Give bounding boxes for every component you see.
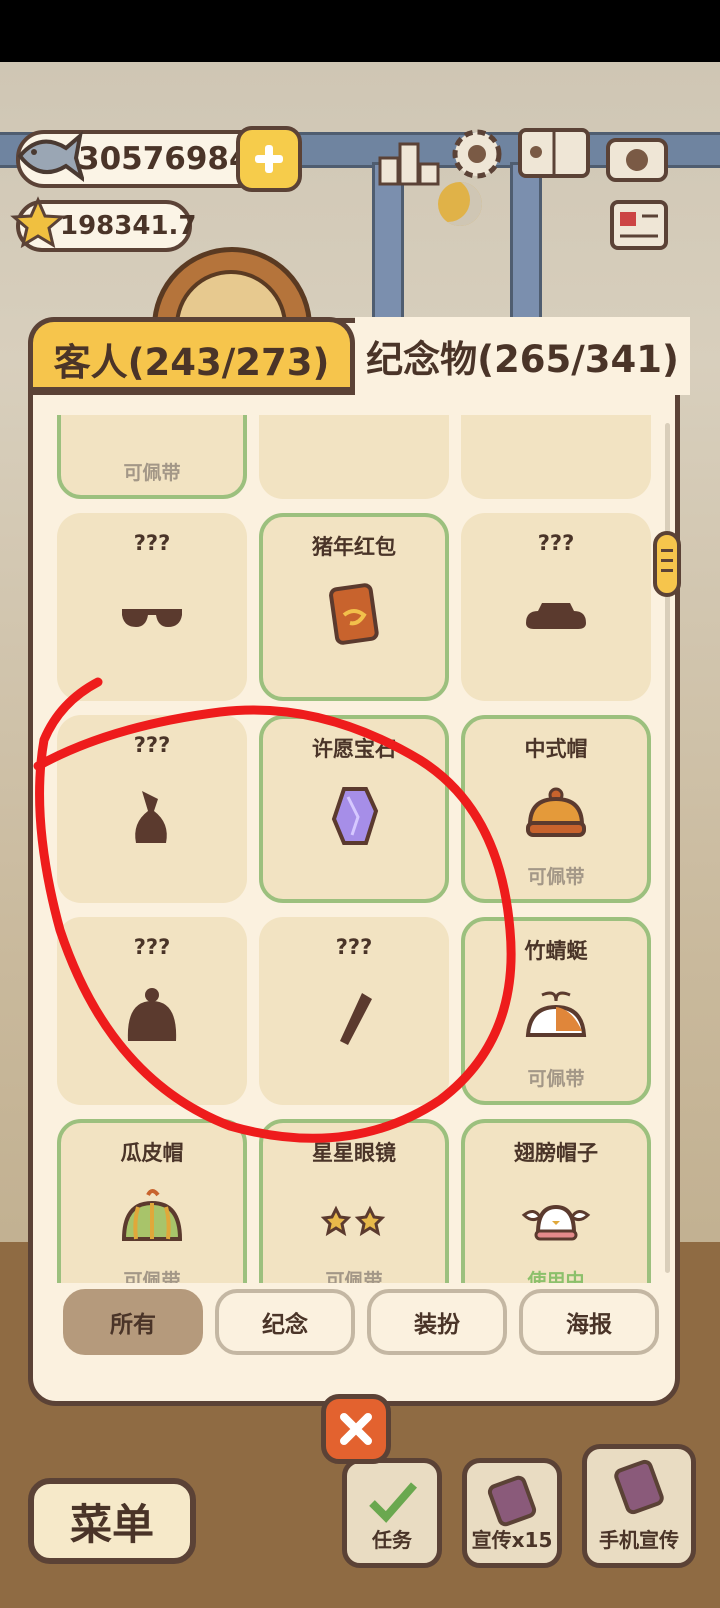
souvenir-cell[interactable]: [461, 415, 651, 499]
star-glasses-icon: [320, 1205, 386, 1237]
filter-label: 所有: [110, 1312, 156, 1338]
star-count: 198341.7: [60, 211, 197, 241]
cell-title: 瓜皮帽: [120, 1141, 184, 1165]
cell-title: 猪年红包: [312, 535, 396, 559]
promo-label: 宣传x15: [471, 1528, 553, 1552]
filter-poster-button[interactable]: 海报: [519, 1289, 659, 1355]
souvenir-cell[interactable]: ???: [57, 917, 247, 1105]
task-label: 任务: [372, 1528, 412, 1552]
tab-underline: [28, 387, 355, 395]
cell-status-in-use: 使用中: [527, 1270, 585, 1283]
cell-status: 可佩带: [527, 866, 585, 888]
filter-outfit-button[interactable]: 装扮: [367, 1289, 507, 1355]
cell-status: 可佩带: [527, 1068, 585, 1090]
cell-title: 竹蜻蜓: [524, 939, 588, 963]
souvenir-cell[interactable]: 翅膀帽子 使用中: [461, 1119, 651, 1283]
purple-gem-icon: [331, 787, 379, 845]
souvenir-cell[interactable]: ???: [57, 513, 247, 701]
red-envelope-icon: [329, 583, 379, 645]
souvenir-cell[interactable]: ???: [57, 715, 247, 903]
menu-label: 菜单: [69, 1499, 154, 1549]
fish-icon: [17, 130, 84, 182]
filter-label: 纪念: [262, 1312, 308, 1338]
souvenir-cell[interactable]: 猪年红包: [259, 513, 449, 701]
close-icon: [340, 1413, 372, 1445]
fish-count: 30576984: [78, 141, 251, 177]
cell-status: 可佩带: [325, 1270, 383, 1283]
beanie-icon: [127, 988, 177, 1041]
phone-promo-icon: [487, 1475, 537, 1527]
tab-guests[interactable]: 客人(243/273): [28, 317, 355, 395]
tab-guests-label: 客人(243/273): [53, 340, 330, 384]
cell-status: 可佩带: [123, 462, 181, 484]
newspaper-icon[interactable]: [606, 196, 672, 256]
souvenir-cell[interactable]: 许愿宝石: [259, 715, 449, 903]
recipe-book-icon[interactable]: [516, 124, 592, 184]
add-fish-button[interactable]: [236, 126, 302, 192]
phone-icon: [614, 1459, 664, 1515]
scrollbar-handle[interactable]: [653, 531, 681, 597]
close-button[interactable]: [321, 1394, 391, 1464]
collection-panel: 客人(243/273) 纪念物(265/341) 可佩带 ??? 猪年红包 ??…: [28, 317, 690, 1406]
phone-promo-button[interactable]: 手机宣传: [582, 1444, 696, 1568]
cell-title: 许愿宝石: [312, 737, 396, 761]
cell-title: ???: [537, 531, 575, 555]
propeller-hat-icon: [525, 991, 587, 1037]
souvenir-cell[interactable]: 星星眼镜 可佩带: [259, 1119, 449, 1283]
souvenir-cell[interactable]: ???: [461, 513, 651, 701]
camera-icon[interactable]: [604, 126, 670, 186]
souvenir-cell[interactable]: 中式帽 可佩带: [461, 715, 651, 903]
souvenir-cell[interactable]: 可佩带: [57, 415, 247, 499]
souvenir-cell[interactable]: 瓜皮帽 可佩带: [57, 1119, 247, 1283]
filter-label: 装扮: [414, 1312, 460, 1338]
cell-title: 星星眼镜: [312, 1141, 396, 1165]
cell-title: ???: [335, 935, 373, 959]
filter-bar: 所有 纪念 装扮 海报: [63, 1289, 663, 1359]
souvenir-cell[interactable]: ???: [259, 917, 449, 1105]
melon-hat-icon: [121, 1189, 183, 1241]
filter-label: 海报: [566, 1312, 612, 1338]
souvenir-cell[interactable]: 竹蜻蜓 可佩带: [461, 917, 651, 1105]
stick-icon: [340, 993, 372, 1045]
task-button[interactable]: 任务: [342, 1458, 442, 1568]
moon-decoration: [438, 182, 482, 226]
cell-title: ???: [133, 531, 171, 555]
cell-title: 中式帽: [524, 737, 588, 761]
sunglasses-icon: [122, 609, 182, 627]
cell-title: 翅膀帽子: [514, 1141, 598, 1165]
chinese-hat-icon: [526, 787, 586, 837]
souvenir-cell[interactable]: [259, 415, 449, 499]
checkmark-icon: [369, 1482, 418, 1523]
hat-silhouette-icon: [526, 603, 586, 629]
phone-promo-label: 手机宣传: [599, 1528, 679, 1552]
wing-hat-icon: [521, 1204, 591, 1241]
promo-button[interactable]: 宣传x15: [462, 1458, 562, 1568]
filter-souvenir-button[interactable]: 纪念: [215, 1289, 355, 1355]
ranking-icon[interactable]: [376, 130, 442, 190]
souvenir-grid[interactable]: 可佩带 ??? 猪年红包 ??? ??? 许愿宝石 中式帽 可佩带 ??? ??…: [53, 415, 653, 1283]
settings-gear-icon[interactable]: [444, 124, 510, 184]
tab-souvenirs[interactable]: 纪念物(265/341): [355, 317, 690, 395]
cell-title: ???: [133, 935, 171, 959]
tab-souvenirs-label: 纪念物(265/341): [366, 338, 679, 381]
cell-status: 可佩带: [123, 1270, 181, 1283]
menu-button[interactable]: 菜单: [28, 1478, 196, 1564]
star-icon: [10, 196, 66, 249]
filter-all-button[interactable]: 所有: [63, 1289, 203, 1355]
bag-icon: [135, 791, 167, 843]
cell-title: ???: [133, 733, 171, 757]
